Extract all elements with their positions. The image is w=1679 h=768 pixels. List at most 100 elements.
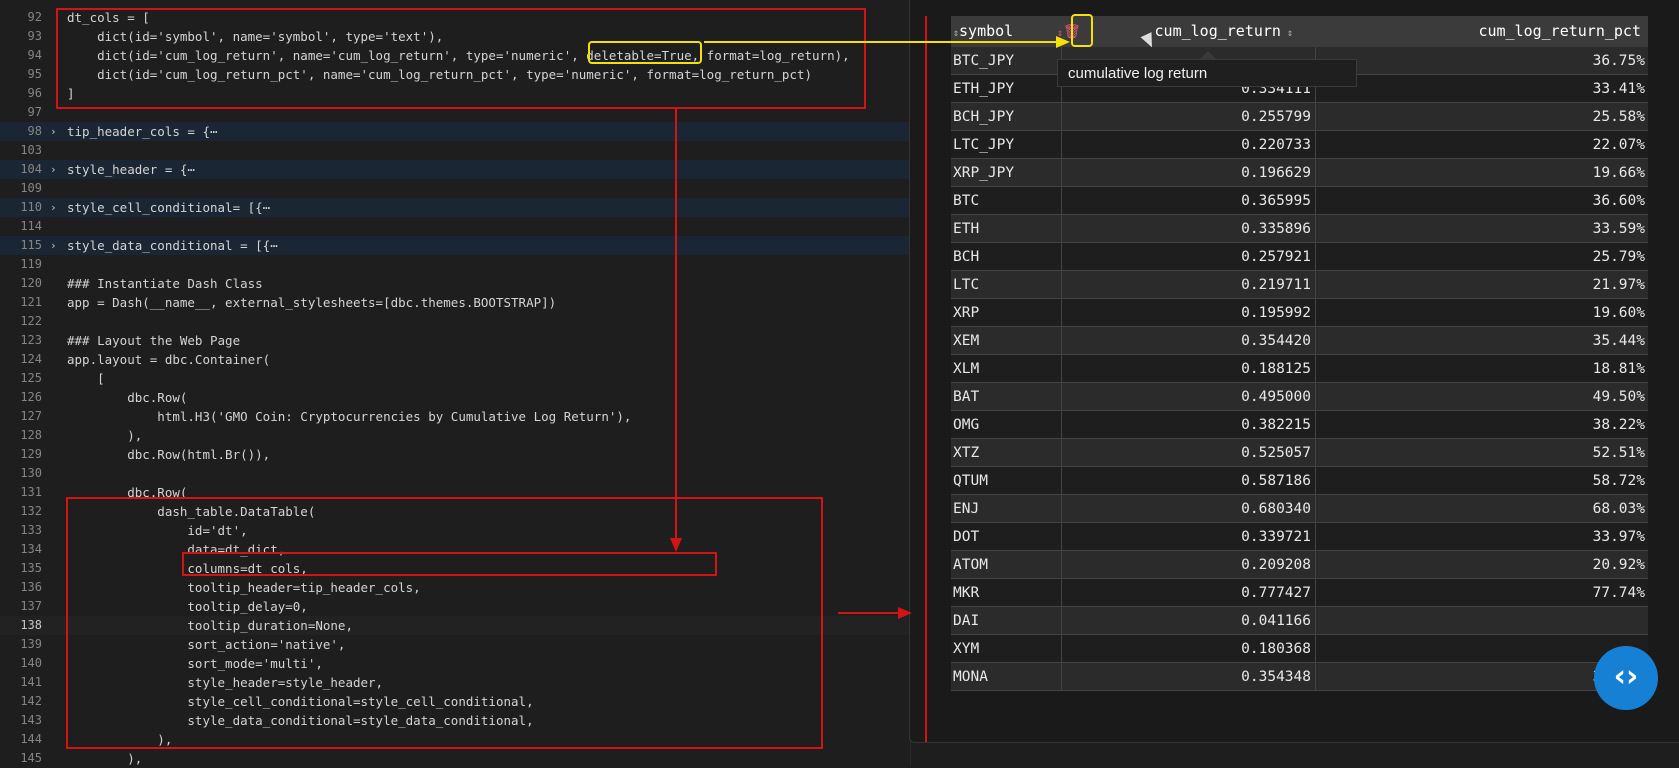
code-line[interactable]: 120 ### Instantiate Dash Class [0,274,910,293]
code-line[interactable]: 124 app.layout = dbc.Container( [0,350,910,369]
cell-cum-log-return-pct: 19.60% [1592,305,1645,321]
cell-cum-log-return: 0.180368 [1241,641,1311,657]
table-row: ENJ 0.680340 68.03% [951,495,1648,523]
column-divider [1315,243,1316,270]
line-number: 119 [20,257,42,271]
code-toggle-button[interactable]: ‹› [1594,646,1658,710]
cell-symbol: ENJ [953,501,980,517]
cell-cum-log-return: 0.219711 [1241,277,1311,293]
cell-cum-log-return: 0.354348 [1241,669,1311,685]
cell-symbol: ATOM [953,557,988,573]
line-number: 95 [27,67,42,81]
column-divider [1315,187,1316,214]
cell-cum-log-return-pct: 58.72% [1592,473,1645,489]
code-line[interactable]: 98 › tip_header_cols = {⋯ [0,122,910,141]
column-divider [1315,299,1316,326]
column-divider [1315,467,1316,494]
cell-cum-log-return: 0.195992 [1241,305,1311,321]
cell-cum-log-return: 0.257921 [1241,249,1311,265]
annotation-box-dt-cols [56,8,866,109]
line-number: 128 [20,428,42,442]
cell-cum-log-return-pct: 33.41% [1592,81,1645,97]
line-number: 145 [20,751,42,765]
code-text: ), [67,751,143,766]
code-text: ### Layout the Web Page [67,333,241,348]
cell-cum-log-return-pct: 36.60% [1592,193,1645,209]
column-divider [1315,327,1316,354]
code-line[interactable]: 103 [0,141,910,160]
cell-symbol: ETH [953,221,980,237]
fold-chevron-icon[interactable]: › [50,160,57,179]
line-number: 94 [27,48,42,62]
cell-symbol: MONA [953,669,988,685]
cell-cum-log-return-pct: 68.03% [1592,501,1645,517]
line-number: 136 [20,580,42,594]
code-text: app.layout = dbc.Container( [67,352,271,367]
line-number: 137 [20,599,42,613]
table-row: XTZ 0.525057 52.51% [951,439,1648,467]
code-text: [ [67,371,105,386]
column-divider [1315,439,1316,466]
fold-chevron-icon[interactable]: › [50,198,57,217]
cell-symbol: BTC [953,193,980,209]
sort-arrows-icon[interactable]: ⇕ [1281,28,1293,39]
code-line[interactable]: 130 [0,464,910,483]
column-divider [1315,355,1316,382]
table-row: MKR 0.777427 77.74% [951,579,1648,607]
cell-symbol: QTUM [953,473,988,489]
column-divider [1315,579,1316,606]
code-line[interactable]: 115 › style_data_conditional = [{⋯ [0,236,910,255]
table-row: ATOM 0.209208 20.92% [951,551,1648,579]
table-row: MONA0.35434835.43% [951,663,1648,691]
code-line[interactable]: 104 › style_header = {⋯ [0,160,910,179]
annotation-box-delete-icon [1071,14,1093,47]
code-line[interactable]: 114 [0,217,910,236]
code-line[interactable]: 109 [0,179,910,198]
line-number: 114 [20,219,42,233]
table-row: XRP 0.195992 19.60% [951,299,1648,327]
line-number: 143 [20,713,42,727]
fold-chevron-icon[interactable]: › [50,122,57,141]
code-line[interactable]: 145 ), [0,749,910,768]
cell-symbol: DAI [953,613,980,629]
cell-symbol: DOT [953,529,980,545]
line-number: 109 [20,181,42,195]
cell-cum-log-return: 0.777427 [1241,585,1311,601]
code-line[interactable]: 128 ), [0,426,910,445]
line-number: 141 [20,675,42,689]
code-line[interactable]: 129 dbc.Row(html.Br()), [0,445,910,464]
column-divider [1315,215,1316,242]
line-number: 125 [20,371,42,385]
tooltip-arrow [1200,51,1216,59]
code-line[interactable]: 110 › style_cell_conditional= [{⋯ [0,198,910,217]
code-line[interactable]: 126 dbc.Row( [0,388,910,407]
header-cum-log-return-pct[interactable]: cum_log_return_pct [1351,16,1641,47]
cell-cum-log-return: 0.339721 [1241,529,1311,545]
cell-cum-log-return: 0.041166 [1241,613,1311,629]
table-row: OMG 0.382215 38.22% [951,411,1648,439]
cell-symbol: XRP [953,305,980,321]
column-divider [1315,103,1316,130]
cell-cum-log-return-pct: 33.59% [1592,221,1645,237]
column-divider [1315,495,1316,522]
cell-symbol: ETH_JPY [953,81,1015,97]
header-tooltip: cumulative log return [1057,59,1357,87]
table-row: XRP_JPY 0.196629 19.66% [951,159,1648,187]
code-line[interactable]: 122 [0,312,910,331]
line-number: 130 [20,466,42,480]
code-line[interactable]: 127 html.H3('GMO Coin: Cryptocurrencies … [0,407,910,426]
header-symbol[interactable]: ⇕symbol [953,16,1013,47]
fold-chevron-icon[interactable]: › [50,236,57,255]
code-line[interactable]: 121 app = Dash(__name__, external_stylesh… [0,293,910,312]
code-line[interactable]: 125 [ [0,369,910,388]
code-line[interactable]: 123 ### Layout the Web Page [0,331,910,350]
table-row: BCH 0.257921 25.79% [951,243,1648,271]
cell-cum-log-return: 0.209208 [1241,557,1311,573]
table-row: ETH 0.335896 33.59% [951,215,1648,243]
code-line[interactable]: 119 [0,255,910,274]
cell-cum-log-return-pct: 20.92% [1592,557,1645,573]
table-row: QTUM 0.587186 58.72% [951,467,1648,495]
line-number: 121 [20,295,42,309]
table-row: BCH_JPY 0.255799 25.58% [951,103,1648,131]
cell-cum-log-return-pct: 22.07% [1592,137,1645,153]
